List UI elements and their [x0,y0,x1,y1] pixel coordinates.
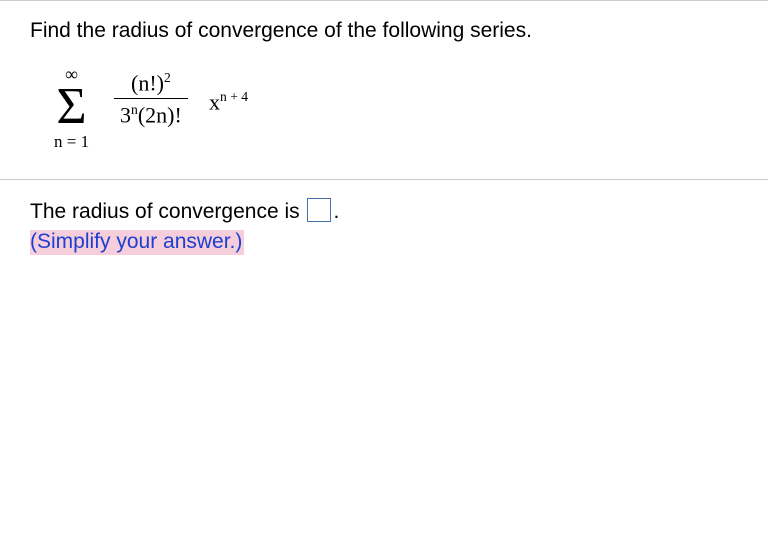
question-section: Find the radius of convergence of the fo… [0,1,768,179]
x-exp: n + 4 [220,89,248,104]
sigma-symbol: Σ [54,85,89,129]
sigma-lower-limit: n = 1 [54,133,89,150]
numerator: (n!)2 [114,71,188,98]
answer-suffix: . [333,200,339,223]
answer-prefix: The radius of convergence is [30,200,305,223]
denominator: 3n(2n)! [114,98,188,126]
question-text: Find the radius of convergence of the fo… [30,19,738,43]
answer-section: The radius of convergence is . (Simplify… [0,180,768,272]
denom-b: (2n)! [138,103,182,128]
answer-hint: (Simplify your answer.) [30,230,244,255]
x-base: x [209,89,220,114]
fraction: (n!)2 3n(2n)! [114,71,188,127]
denom-a-exp: n [131,102,138,117]
answer-line: The radius of convergence is . [30,198,738,224]
numerator-exp: 2 [164,70,171,85]
denom-a-base: 3 [120,103,131,128]
sigma-block: ∞ Σ n = 1 [54,65,89,150]
x-term: xn + 4 [209,89,248,115]
numerator-base: (n!) [131,70,164,95]
answer-hint-line: (Simplify your answer.) [30,230,738,254]
answer-input[interactable] [307,198,331,222]
series-formula: ∞ Σ n = 1 (n!)2 3n(2n)! xn + 4 [54,65,738,155]
